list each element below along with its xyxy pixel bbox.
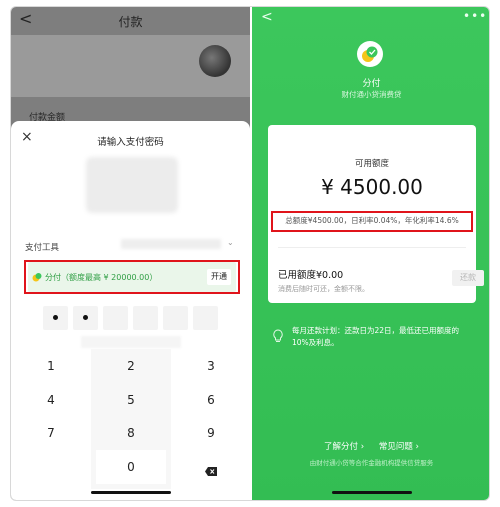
pin-cell	[43, 306, 68, 330]
home-indicator	[91, 491, 171, 494]
provider-footer: 由财付通小贷等合作金融机构提供信贷服务	[309, 459, 434, 467]
password-sheet: × 请输入支付密码 支付工具 ⌄ 分付（额度最高 ¥ 20000.00） 开通	[11, 121, 250, 500]
key-8[interactable]: 8	[96, 416, 166, 450]
highlight-box	[24, 260, 240, 294]
key-2[interactable]: 2	[96, 349, 166, 383]
repayment-plan: 每月还款计划：还款日为22日，最低还已用额度的10%及利息。	[268, 319, 476, 359]
learn-fenfu-link[interactable]: 了解分付 ›	[324, 442, 364, 452]
available-amount: ¥ 4500.00	[321, 175, 423, 199]
divider	[278, 247, 466, 248]
pin-cell	[103, 306, 128, 330]
fenfu-logo-icon	[357, 41, 383, 67]
blurred-strip	[81, 336, 181, 348]
merchant-avatar	[199, 45, 231, 77]
key-5[interactable]: 5	[96, 383, 166, 417]
fenfu-screen: < ••• 分付 财付通小贷消费贷 可用额度 ¥ 4500.00 总额度¥450…	[252, 7, 489, 500]
more-icon[interactable]: •••	[463, 9, 487, 23]
key-0[interactable]: 0	[96, 450, 166, 484]
pin-cell	[73, 306, 98, 330]
lightbulb-icon	[273, 329, 283, 342]
repay-button[interactable]: 还款	[452, 270, 484, 286]
page-title: 付款	[118, 15, 143, 29]
available-limit-label: 可用额度	[354, 159, 389, 169]
back-button[interactable]: <	[261, 9, 273, 25]
key-3[interactable]: 3	[176, 349, 246, 383]
blurred-amount	[86, 157, 178, 213]
pin-cell	[133, 306, 158, 330]
pin-input[interactable]	[43, 306, 218, 330]
used-limit-hint: 消费后随时可还，金额不限。	[278, 285, 369, 293]
payment-tool-label: 支付工具	[25, 243, 60, 253]
number-keypad: 1 2 3 4 5 6 7 8 9 0	[11, 349, 250, 500]
key-7[interactable]: 7	[16, 416, 86, 450]
chevron-down-icon[interactable]: ⌄	[227, 238, 234, 247]
faq-link[interactable]: 常见问题 ›	[379, 442, 419, 452]
blurred-payment-tool[interactable]	[121, 239, 221, 249]
repayment-plan-text: 每月还款计划：还款日为22日，最低还已用额度的10%及利息。	[292, 326, 460, 347]
home-indicator	[332, 491, 412, 494]
nav-bar: < 付款	[11, 7, 250, 35]
used-limit: 已用额度¥0.00	[278, 270, 344, 281]
key-9[interactable]: 9	[176, 416, 246, 450]
pin-cell	[193, 306, 218, 330]
pin-dot	[53, 315, 58, 320]
screenshot-frame: < 付款 付款金额 × 请输入支付密码 支付工具 ⌄ 分付（额度最高 ¥ 200…	[10, 6, 490, 501]
pin-cell	[163, 306, 188, 330]
key-1[interactable]: 1	[16, 349, 86, 383]
key-6[interactable]: 6	[176, 383, 246, 417]
backspace-icon[interactable]	[205, 467, 217, 476]
brand-name: 分付	[362, 79, 381, 89]
sheet-title: 请输入支付密码	[97, 137, 164, 148]
payment-screen: < 付款 付款金额 × 请输入支付密码 支付工具 ⌄ 分付（额度最高 ¥ 200…	[11, 7, 250, 500]
key-4[interactable]: 4	[16, 383, 86, 417]
footer-links: 了解分付 › 常见问题 ›	[252, 440, 489, 452]
pin-dot	[83, 315, 88, 320]
brand-subtitle: 财付通小贷消费贷	[341, 90, 402, 99]
highlight-box	[271, 211, 473, 232]
